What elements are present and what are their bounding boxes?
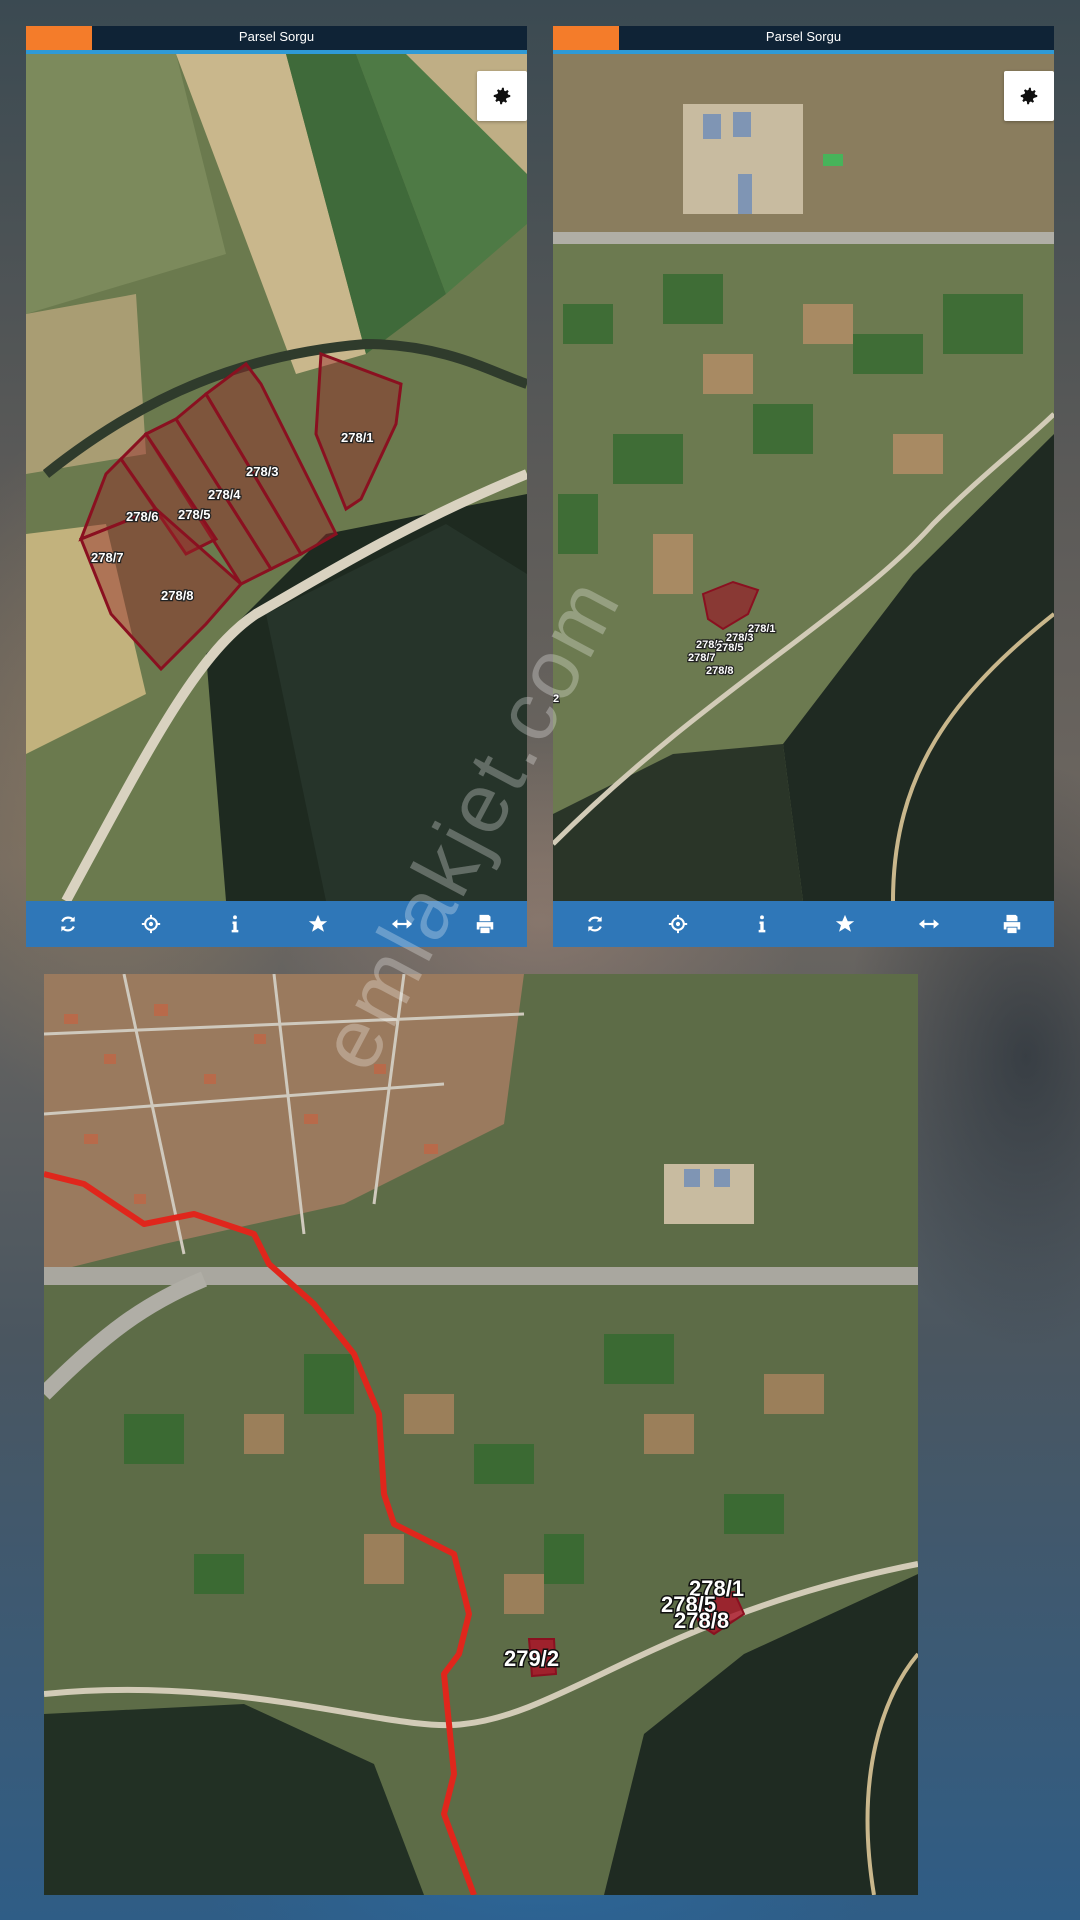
parcel-label: 278/8 <box>161 588 194 603</box>
satellite-map[interactable]: 278/1 278/3 278/4 278/5 278/6 278/7 278/… <box>26 54 527 901</box>
parcel-label: 278/8 <box>674 1608 729 1633</box>
locate-button[interactable] <box>658 904 698 944</box>
locate-icon <box>669 914 688 934</box>
parcel-label: 279/2 <box>504 1646 559 1671</box>
parcel-label: 278/4 <box>208 487 241 502</box>
parcel-label: 278/5 <box>716 642 744 654</box>
settings-gear-button[interactable] <box>477 71 527 121</box>
gear-icon <box>493 87 511 105</box>
panel-title: Parsel Sorgu <box>765 29 842 44</box>
refresh-icon <box>587 916 602 932</box>
parsel-sorgu-panel-zoomed: Parsel Sorgu 278/1 278/3 278/4 278/5 278… <box>26 26 527 947</box>
panel-titlebar: Parsel Sorgu <box>26 26 527 54</box>
locate-button[interactable] <box>131 904 171 944</box>
locate-icon <box>142 914 161 934</box>
favorite-button[interactable] <box>298 904 338 944</box>
measure-button[interactable] <box>909 904 949 944</box>
gear-icon <box>1020 87 1038 105</box>
parcel-label: 278/7 <box>91 550 124 565</box>
measure-button[interactable] <box>382 904 422 944</box>
refresh-icon <box>60 916 75 932</box>
refresh-button[interactable] <box>48 904 88 944</box>
star-icon <box>309 914 328 932</box>
satellite-map[interactable]: 278/1 278/3 278/6 278/5 278/7 278/8 2 <box>553 54 1054 901</box>
print-button[interactable] <box>465 904 505 944</box>
parsel-sorgu-panel-wide: Parsel Sorgu 278/1 278/3 278/6 278/5 278… <box>553 26 1054 947</box>
panel-title: Parsel Sorgu <box>238 29 315 44</box>
parcel-label: 278/1 <box>341 430 374 445</box>
print-icon <box>477 914 494 934</box>
refresh-button[interactable] <box>575 904 615 944</box>
info-icon <box>758 915 766 933</box>
favorite-button[interactable] <box>825 904 865 944</box>
parcel-label: 278/7 <box>688 652 716 664</box>
overview-satellite-map[interactable]: 279/2 278/1 278/5 278/8 <box>44 974 918 1895</box>
panel-titlebar: Parsel Sorgu <box>553 26 1054 54</box>
map-toolbar <box>26 901 527 947</box>
edge-parcel-label: 2 <box>553 693 559 705</box>
info-icon <box>231 915 239 933</box>
parcel-label: 278/5 <box>178 507 211 522</box>
measure-icon <box>391 919 412 929</box>
parcel-label: 278/6 <box>126 509 159 524</box>
map-toolbar <box>553 901 1054 947</box>
parcel-label: 278/3 <box>246 464 279 479</box>
print-icon <box>1004 914 1021 934</box>
info-button[interactable] <box>215 904 255 944</box>
settings-gear-button[interactable] <box>1004 71 1054 121</box>
measure-icon <box>918 919 939 929</box>
print-button[interactable] <box>992 904 1032 944</box>
info-button[interactable] <box>742 904 782 944</box>
parcel-label: 278/8 <box>706 665 734 677</box>
star-icon <box>836 914 855 932</box>
